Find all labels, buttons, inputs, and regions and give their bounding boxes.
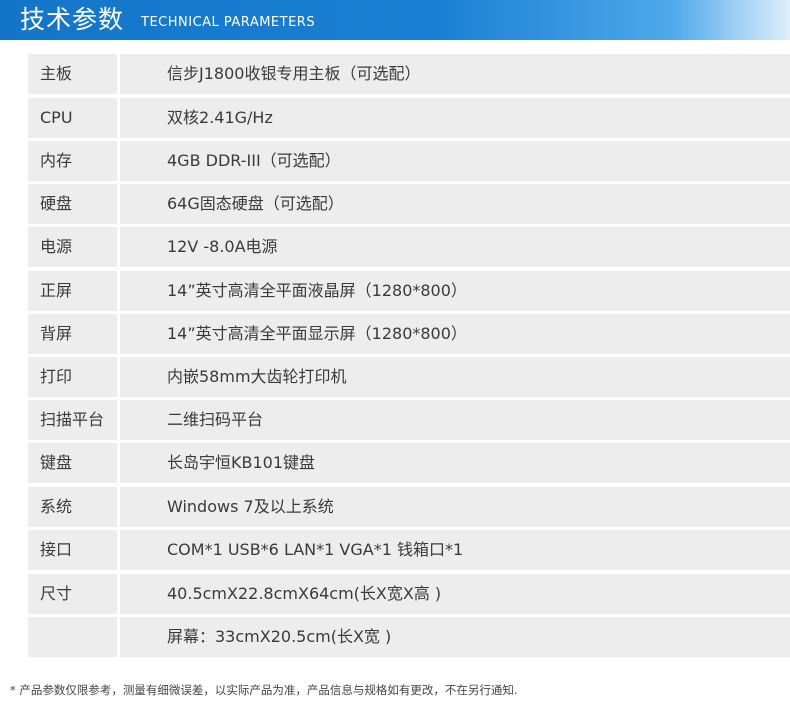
- section-title: 技术参数: [20, 5, 125, 34]
- spec-label: 打印: [40, 367, 73, 386]
- spec-row-scanner: 扫描平台 二维扫码平台: [28, 400, 790, 440]
- spec-value: 长岛宇恒KB101键盘: [167, 453, 316, 472]
- spec-row-storage: 硬盘 64G固态硬盘（可选配）: [28, 184, 790, 224]
- spec-row-printer: 打印 内嵌58mm大齿轮打印机: [28, 357, 790, 397]
- spec-label: [28, 617, 117, 657]
- spec-row-dimensions: 尺寸 40.5cmX22.8cmX64cm(长X宽X高 ): [28, 574, 790, 614]
- spec-value: 内嵌58mm大齿轮打印机: [167, 367, 347, 386]
- spec-row-front-screen: 正屏 14”英寸高清全平面液晶屏（1280*800）: [28, 271, 790, 311]
- spec-label: 扫描平台: [40, 410, 105, 429]
- spec-label: 硬盘: [40, 194, 73, 213]
- spec-value: 14”英寸高清全平面显示屏（1280*800）: [167, 324, 467, 343]
- spec-label: 背屏: [40, 324, 73, 343]
- spec-label: 内存: [40, 151, 73, 170]
- spec-row-rear-screen: 背屏 14”英寸高清全平面显示屏（1280*800）: [28, 314, 790, 354]
- section-subtitle: TECHNICAL PARAMETERS: [141, 15, 316, 30]
- spec-row-os: 系统 Windows 7及以上系统: [28, 487, 790, 527]
- spec-row-keyboard: 键盘 长岛宇恒KB101键盘: [28, 443, 790, 483]
- spec-label: 接口: [40, 540, 73, 559]
- spec-label: 电源: [40, 237, 73, 256]
- disclaimer-note: * 产品参数仅限参考，测量有细微误差，以实际产品为准，产品信息与规格如有更改，不…: [10, 683, 518, 697]
- spec-value: 64G固态硬盘（可选配）: [167, 194, 344, 213]
- spec-label: CPU: [40, 108, 73, 127]
- spec-value: 40.5cmX22.8cmX64cm(长X宽X高 ): [167, 584, 442, 603]
- spec-label: 主板: [40, 64, 73, 83]
- spec-value: 14”英寸高清全平面液晶屏（1280*800）: [167, 281, 467, 300]
- spec-value: 屏幕：33cmX20.5cm(长X宽 ): [167, 627, 392, 646]
- spec-row-memory: 内存 4GB DDR-III（可选配）: [28, 141, 790, 181]
- spec-value: 二维扫码平台: [167, 410, 264, 429]
- spec-label: 正屏: [40, 281, 73, 300]
- spec-value: 12V -8.0A电源: [167, 237, 278, 256]
- spec-value: 信步J1800收银专用主板（可选配）: [167, 64, 421, 83]
- spec-row-power: 电源 12V -8.0A电源: [28, 227, 790, 267]
- spec-label: 键盘: [40, 453, 73, 472]
- spec-row-screen-size: 屏幕：33cmX20.5cm(长X宽 ): [28, 617, 790, 657]
- spec-value: 双核2.41G/Hz: [167, 108, 273, 127]
- spec-value: Windows 7及以上系统: [167, 497, 334, 516]
- spec-row-ports: 接口 COM*1 USB*6 LAN*1 VGA*1 钱箱口*1: [28, 530, 790, 570]
- spec-row-mainboard: 主板 信步J1800收银专用主板（可选配）: [28, 54, 790, 94]
- spec-value: 4GB DDR-III（可选配）: [167, 151, 341, 170]
- spec-row-cpu: CPU 双核2.41G/Hz: [28, 98, 790, 138]
- section-header: 技术参数 TECHNICAL PARAMETERS: [0, 0, 790, 40]
- spec-value: COM*1 USB*6 LAN*1 VGA*1 钱箱口*1: [167, 540, 464, 559]
- spec-label: 系统: [40, 497, 73, 516]
- spec-label: 尺寸: [40, 584, 73, 603]
